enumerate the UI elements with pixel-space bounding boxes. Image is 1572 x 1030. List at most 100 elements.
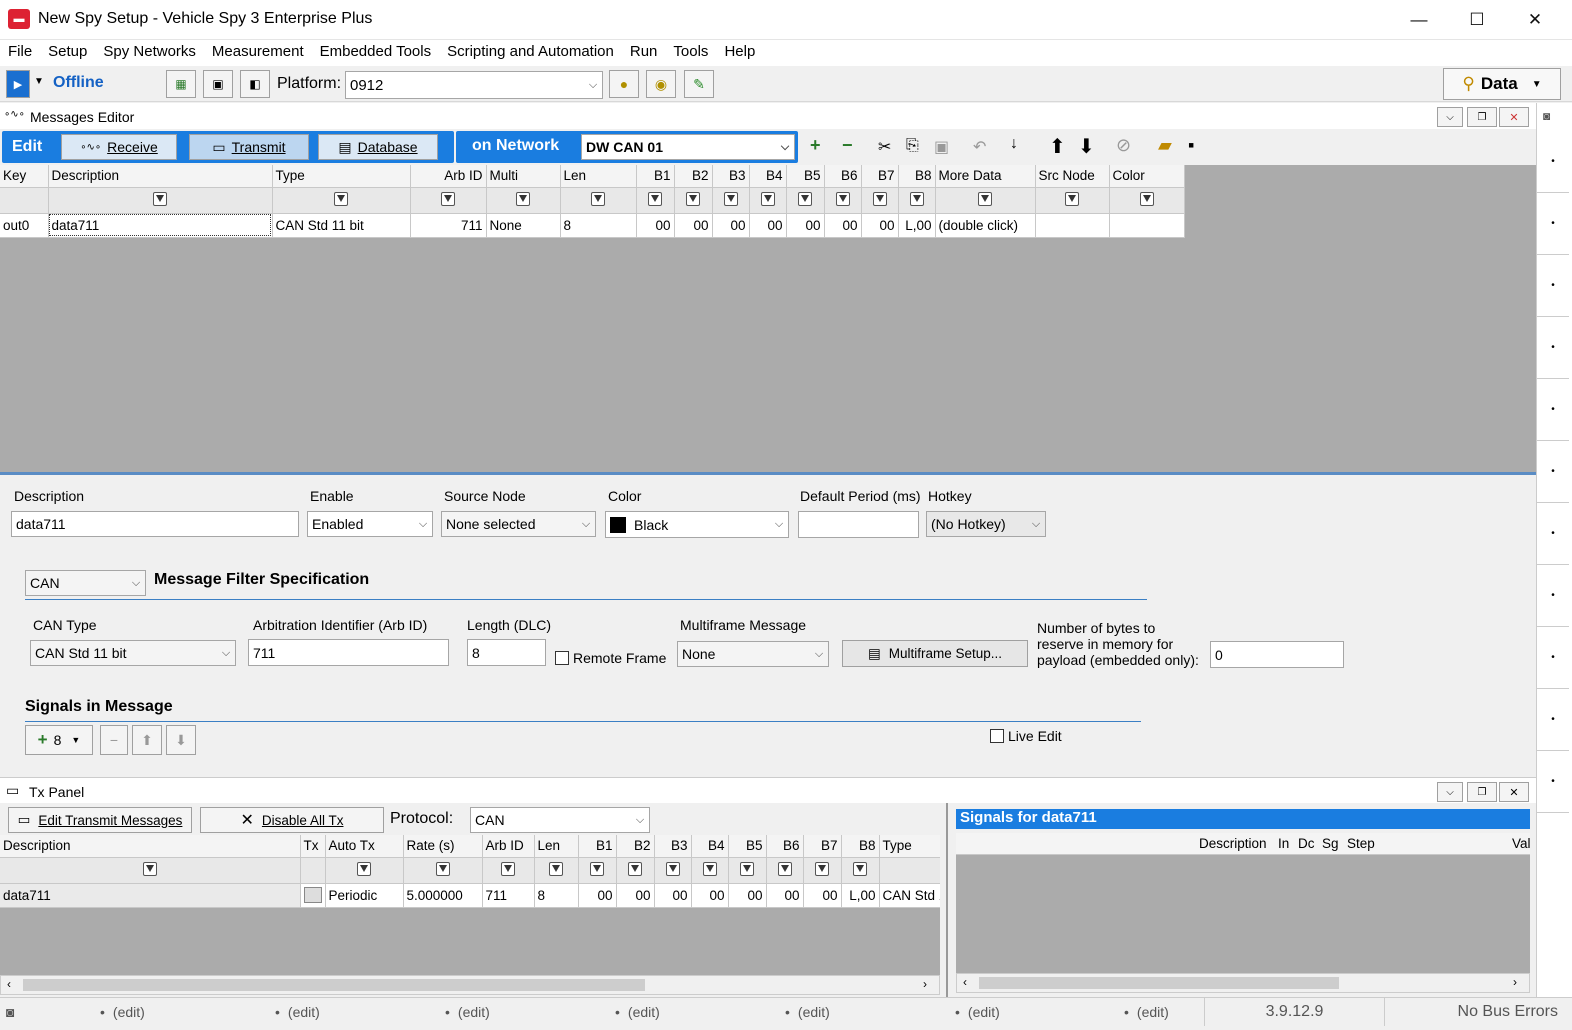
move-up-icon[interactable]: ⬆: [1049, 134, 1066, 159]
cell-b1[interactable]: 00: [636, 213, 675, 238]
panel-close-icon[interactable]: ✕: [1499, 107, 1529, 127]
column-header[interactable]: Sg: [1322, 836, 1339, 851]
save-device-icon[interactable]: ▣: [203, 70, 233, 98]
column-header[interactable]: More Data: [935, 165, 1036, 188]
status-edit-slot[interactable]: • (edit): [955, 998, 1000, 1026]
database-icon[interactable]: ●: [609, 70, 639, 98]
sidebar-slot[interactable]: •: [1537, 751, 1569, 813]
column-header[interactable]: B6: [766, 835, 804, 858]
column-header[interactable]: Rate (s): [403, 835, 483, 858]
cell-b2[interactable]: 00: [674, 213, 713, 238]
column-header[interactable]: B7: [803, 835, 842, 858]
default-period-input[interactable]: [798, 511, 919, 538]
sidebar-slot[interactable]: •: [1537, 503, 1569, 565]
filter-icon[interactable]: [590, 861, 604, 876]
filter-icon[interactable]: [628, 861, 642, 876]
filter-icon[interactable]: [441, 191, 455, 206]
filter-cell[interactable]: [616, 857, 655, 884]
add-signal-button[interactable]: +8 ▼: [25, 725, 93, 755]
column-header[interactable]: Type: [272, 165, 411, 188]
restore-icon[interactable]: ❐: [1467, 782, 1497, 802]
remove-icon[interactable]: −: [842, 135, 853, 156]
cell-len[interactable]: 8: [534, 883, 579, 908]
filter-cell[interactable]: [578, 857, 617, 884]
column-header[interactable]: B6: [824, 165, 862, 188]
cell-b7[interactable]: 00: [861, 213, 899, 238]
cell-b6[interactable]: 00: [766, 883, 804, 908]
filter-cell[interactable]: [272, 187, 411, 214]
cell-b2[interactable]: 00: [616, 883, 655, 908]
cell-key[interactable]: out0: [0, 213, 49, 238]
filter-cell[interactable]: [403, 857, 483, 884]
filter-icon[interactable]: [978, 191, 992, 206]
filter-cell[interactable]: [486, 187, 561, 214]
filter-icon[interactable]: [1139, 191, 1154, 206]
scroll-thumb[interactable]: [23, 979, 645, 991]
multiframe-select[interactable]: None ⌵: [677, 641, 829, 667]
sidebar-slot[interactable]: •: [1537, 379, 1569, 441]
filter-cell[interactable]: [691, 857, 729, 884]
filter-icon[interactable]: [872, 191, 887, 206]
camera-icon[interactable]: ◙: [1543, 109, 1550, 123]
edit-transmit-button[interactable]: ▭ Edit Transmit Messages: [8, 807, 192, 833]
filter-icon[interactable]: [549, 861, 563, 876]
filter-icon[interactable]: [648, 191, 662, 206]
run-icon[interactable]: ▶: [6, 70, 30, 98]
undo-icon[interactable]: ↶: [973, 137, 986, 157]
hotkey-select[interactable]: (No Hotkey) ⌵: [926, 511, 1046, 537]
column-header[interactable]: B4: [749, 165, 787, 188]
filter-cell[interactable]: [803, 857, 842, 884]
filter-icon[interactable]: [1065, 191, 1079, 206]
menu-spy-networks[interactable]: Spy Networks: [95, 40, 204, 60]
menu-scripting[interactable]: Scripting and Automation: [439, 40, 622, 60]
filter-icon[interactable]: [686, 191, 700, 206]
wrench-icon[interactable]: ✎: [684, 70, 714, 98]
scroll-right-icon[interactable]: ›: [923, 977, 927, 991]
cell-multi[interactable]: None: [486, 213, 561, 238]
sidebar-slot[interactable]: •: [1537, 255, 1569, 317]
filter-cell[interactable]: [325, 857, 404, 884]
column-header[interactable]: B1: [636, 165, 675, 188]
filter-cell[interactable]: [1109, 187, 1185, 214]
hardware-icon[interactable]: ▦: [166, 70, 196, 98]
column-header[interactable]: In: [1278, 836, 1289, 851]
cell-b1[interactable]: 00: [578, 883, 617, 908]
column-header[interactable]: B3: [654, 835, 692, 858]
column-header[interactable]: Val: [1512, 836, 1531, 851]
menu-run[interactable]: Run: [622, 40, 666, 60]
filter-icon[interactable]: [760, 191, 775, 206]
filter-icon[interactable]: [815, 861, 829, 876]
filter-icon[interactable]: [723, 191, 738, 206]
cell-tx[interactable]: [300, 883, 326, 908]
column-header[interactable]: Key: [0, 165, 49, 188]
save-icon[interactable]: ▪: [1188, 135, 1194, 156]
filter-icon[interactable]: [835, 191, 850, 206]
sidebar-slot[interactable]: •: [1537, 689, 1569, 751]
can-type-select[interactable]: CAN Std 11 bit ⌵: [30, 640, 236, 666]
scroll-left-icon[interactable]: ‹: [963, 975, 967, 989]
enable-select[interactable]: Enabled ⌵: [307, 511, 433, 537]
column-header[interactable]: B8: [841, 835, 880, 858]
filter-cell[interactable]: [749, 187, 787, 214]
tab-receive[interactable]: ∘∿∘ Receive: [61, 134, 177, 160]
cell-arb-id[interactable]: 711: [482, 883, 535, 908]
platform-select[interactable]: 0912 ⌵: [345, 71, 603, 99]
move-signal-down-button[interactable]: ⬇: [166, 725, 196, 755]
cell-arb-id[interactable]: 711: [410, 213, 487, 238]
disable-all-tx-button[interactable]: ✕ Disable All Tx: [200, 807, 384, 833]
filter-icon[interactable]: [516, 191, 530, 206]
move-down-icon[interactable]: ⬇: [1078, 134, 1095, 159]
sidebar-slot[interactable]: •: [1537, 627, 1569, 689]
cell-color[interactable]: [1109, 213, 1185, 238]
tab-edit[interactable]: Edit: [12, 138, 42, 156]
sidebar-slot[interactable]: •: [1537, 441, 1569, 503]
cell-src-node[interactable]: [1035, 213, 1110, 238]
status-edit-slot[interactable]: • (edit): [100, 998, 145, 1026]
table-row[interactable]: data711 Periodic 5.000000 711 8 00 00 00…: [0, 883, 940, 908]
cell-b8[interactable]: L,00: [898, 213, 936, 238]
filter-icon[interactable]: [334, 191, 348, 206]
cell-rate[interactable]: 5.000000: [403, 883, 483, 908]
column-header[interactable]: B2: [616, 835, 655, 858]
color-select[interactable]: Black ⌵: [605, 511, 789, 538]
column-header[interactable]: Description: [0, 835, 301, 858]
